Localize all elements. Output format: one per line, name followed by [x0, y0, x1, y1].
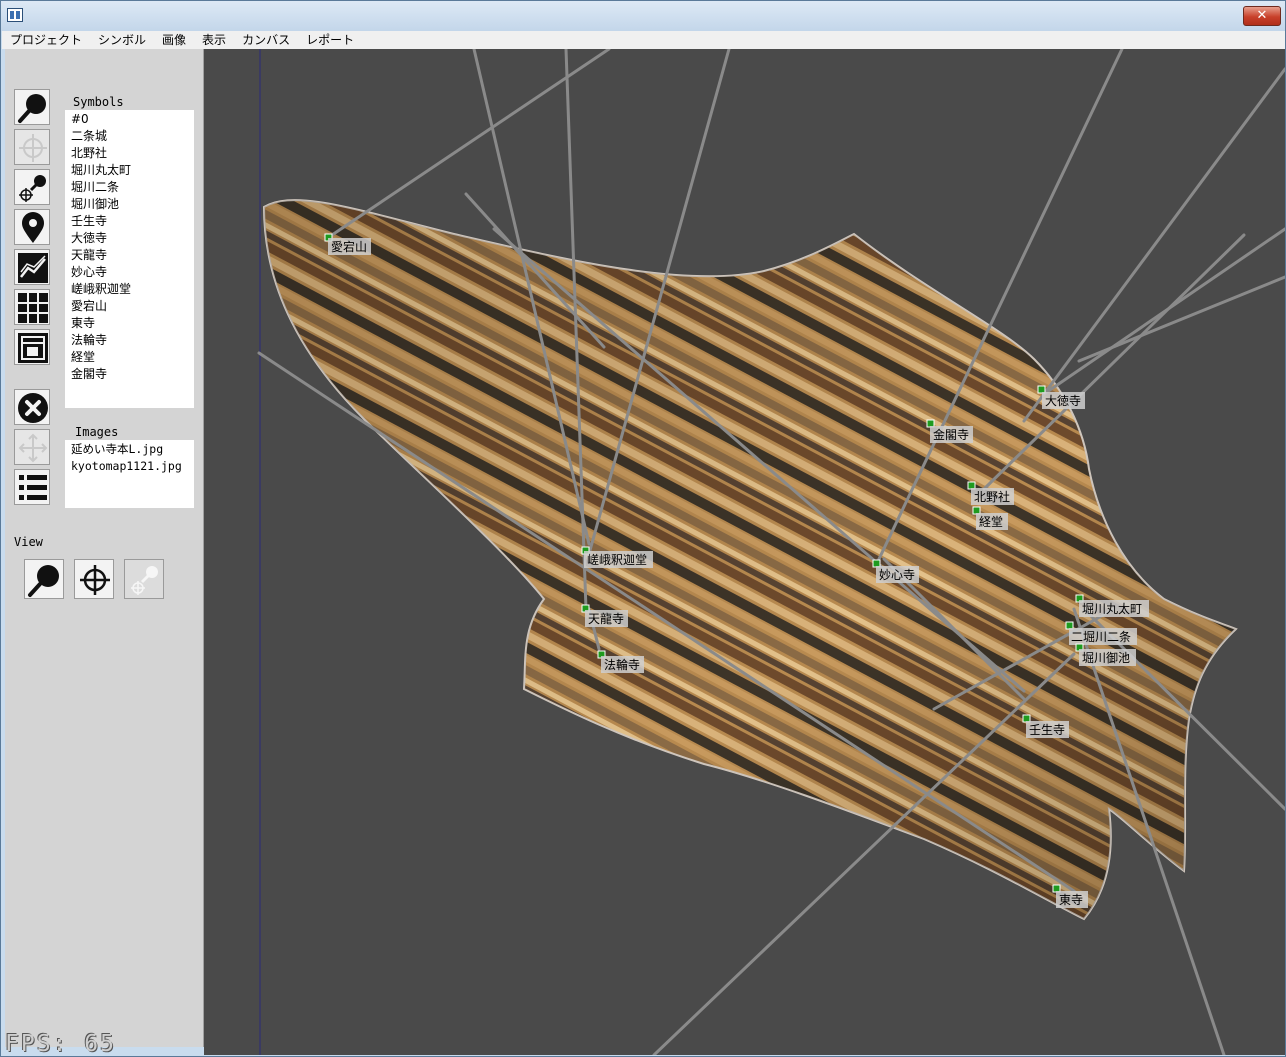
list-item[interactable]: 二条城	[71, 128, 194, 145]
map-label: 壬生寺	[1029, 723, 1065, 737]
map-label: 堀川丸太町	[1082, 601, 1142, 616]
list-item[interactable]: 壬生寺	[71, 213, 194, 230]
list-item[interactable]: kyotomap1121.jpg	[71, 458, 194, 475]
map-label: 天龍寺	[588, 611, 624, 626]
list-item[interactable]: 愛宕山	[71, 298, 194, 315]
fps-counter: FPS: 65	[5, 1031, 116, 1057]
view-crosshair-button[interactable]	[74, 559, 114, 599]
menu-symbol[interactable]: シンボル	[90, 31, 154, 49]
map-pin-tool-icon	[22, 212, 44, 243]
warped-map-view[interactable]: 愛宕山 大徳寺 金閣寺 北野社 経堂 妙心寺 嵯峨釈迦堂 天龍寺 法輪寺 堀川丸…	[204, 49, 1285, 1055]
symbols-list[interactable]: #0 二条城 北野社 堀川丸太町 堀川二条 堀川御池 壬生寺 大徳寺 天龍寺 妙…	[65, 110, 194, 408]
zoom-crosshair-icon	[131, 566, 158, 595]
menu-project[interactable]: プロジェクト	[2, 31, 90, 49]
list-item[interactable]: 妙心寺	[71, 264, 194, 281]
menu-report[interactable]: レポート	[298, 31, 362, 49]
map-label: 法輪寺	[604, 657, 640, 672]
list-item[interactable]: 堀川二条	[71, 179, 194, 196]
map-label: 金閣寺	[933, 427, 969, 442]
menu-view[interactable]: 表示	[194, 31, 234, 49]
list-item[interactable]: 金閣寺	[71, 366, 194, 383]
zoom-crosshair-tool-button[interactable]	[14, 169, 50, 205]
map-label: 北野社	[974, 489, 1010, 504]
map-label: 東寺	[1059, 893, 1083, 907]
list-item[interactable]: 堀川丸太町	[71, 162, 194, 179]
view-zoom-button[interactable]	[24, 559, 64, 599]
close-button[interactable]: ✕	[1243, 6, 1281, 26]
crosshair-icon	[80, 565, 110, 595]
map-symbol-daitokuji[interactable]: 大徳寺	[1037, 385, 1085, 409]
delete-tool-icon	[18, 393, 48, 423]
list-item[interactable]: 延めい寺本L.jpg	[71, 441, 194, 458]
list-tool-button[interactable]	[14, 469, 50, 505]
map-label: 二堀川二条	[1071, 629, 1131, 644]
crosshair-tool-icon	[19, 134, 47, 162]
zoom-crosshair-tool-icon	[19, 175, 46, 202]
view-label: View	[14, 535, 43, 549]
layout-tool-button[interactable]	[14, 329, 50, 365]
map-label: 大徳寺	[1045, 393, 1081, 408]
chart-tool-icon	[18, 253, 48, 283]
map-label: 経堂	[979, 515, 1003, 529]
chart-tool-button[interactable]	[14, 249, 50, 285]
app-icon	[7, 8, 23, 22]
zoom-tool-icon	[18, 94, 46, 123]
images-list[interactable]: 延めい寺本L.jpg kyotomap1121.jpg	[65, 440, 194, 508]
images-label: Images	[75, 425, 119, 439]
app-window: ✕ プロジェクト シンボル 画像 表示 カンバス レポート Symbols #0…	[0, 0, 1286, 1057]
view-zoom-crosshair-button[interactable]	[124, 559, 164, 599]
list-item[interactable]: 法輪寺	[71, 332, 194, 349]
menu-image[interactable]: 画像	[154, 31, 194, 49]
move-tool-icon	[18, 433, 48, 463]
grid-tool-icon	[18, 293, 48, 323]
list-item[interactable]: 大徳寺	[71, 230, 194, 247]
list-item[interactable]: 堀川御池	[71, 196, 194, 213]
title-bar[interactable]: ✕	[1, 1, 1285, 31]
list-item[interactable]: 天龍寺	[71, 247, 194, 264]
list-tool-icon	[19, 475, 47, 500]
grid-tool-button[interactable]	[14, 289, 50, 325]
map-label: 堀川御池	[1082, 650, 1130, 665]
layout-tool-icon	[18, 333, 48, 363]
symbols-label: Symbols	[73, 95, 124, 109]
list-item[interactable]: #0	[71, 111, 194, 128]
list-item[interactable]: 経堂	[71, 349, 194, 366]
list-item[interactable]: 北野社	[71, 145, 194, 162]
list-item[interactable]: 東寺	[71, 315, 194, 332]
map-label: 妙心寺	[879, 568, 915, 582]
menu-bar: プロジェクト シンボル 画像 表示 カンバス レポート	[2, 31, 1285, 49]
map-label: 嵯峨釈迦堂	[587, 553, 647, 567]
map-label: 愛宕山	[331, 239, 367, 254]
left-panel: Symbols #0 二条城 北野社 堀川丸太町 堀川二条 堀川御池 壬生寺 大…	[5, 49, 204, 1047]
warped-map-image	[262, 199, 1238, 921]
map-pin-tool-button[interactable]	[14, 209, 50, 245]
zoom-icon	[28, 565, 59, 597]
crosshair-tool-button[interactable]	[14, 129, 50, 165]
move-tool-button[interactable]	[14, 429, 50, 465]
menu-canvas[interactable]: カンバス	[234, 31, 298, 49]
map-canvas[interactable]: 愛宕山 大徳寺 金閣寺 北野社 経堂 妙心寺 嵯峨釈迦堂 天龍寺 法輪寺 堀川丸…	[204, 49, 1285, 1055]
zoom-tool-button[interactable]	[14, 89, 50, 125]
list-item[interactable]: 嵯峨釈迦堂	[71, 281, 194, 298]
delete-tool-button[interactable]	[14, 389, 50, 425]
